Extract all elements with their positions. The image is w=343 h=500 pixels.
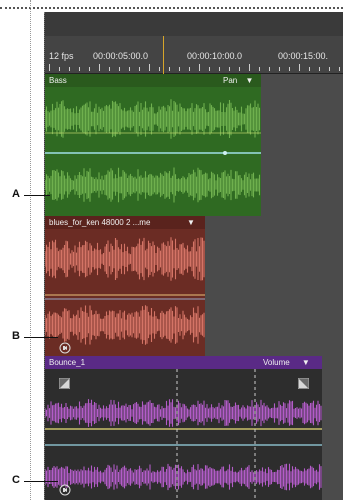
waveform-blues [45, 237, 205, 345]
empty-track-area [205, 216, 343, 356]
left-guide [30, 0, 32, 500]
audio-mute-icon[interactable] [59, 342, 71, 354]
ruler-tick [299, 64, 300, 71]
waveform-channel [45, 399, 322, 427]
ruler-tick [149, 64, 150, 71]
ruler-tick [289, 67, 290, 71]
ruler-tick [329, 67, 330, 71]
ruler-time-1: 00:00:05:00.0 [93, 51, 149, 61]
chevron-down-icon: ▼ [301, 358, 310, 367]
ruler-tick [309, 67, 310, 71]
track-bounce[interactable]: Bounce_1 Volume ▼ [45, 356, 343, 500]
waveform-channel [45, 237, 205, 281]
ruler-tick [159, 67, 160, 71]
empty-track-area [322, 356, 343, 500]
top-border [0, 0, 343, 9]
chevron-down-icon: ▼ [187, 218, 195, 227]
ruler-tick [239, 67, 240, 71]
track-blues[interactable]: blues_for_ken 48000 2 ...me ▼ [45, 216, 343, 356]
ruler-tick [59, 67, 60, 71]
ruler-tick [69, 67, 70, 71]
ruler-tick [319, 67, 320, 71]
callout-a: A [12, 188, 20, 200]
ruler-tick [339, 67, 340, 71]
ruler-tick [269, 67, 270, 71]
ruler-tick [199, 64, 200, 71]
ruler-tick [209, 67, 210, 71]
ruler-tick [109, 67, 110, 71]
ruler-time-3: 00:00:15:00. [278, 51, 329, 61]
volume-label: Volume [263, 358, 290, 367]
ruler-tick [169, 67, 170, 71]
callout-a-line [24, 195, 50, 196]
ruler-tick [189, 67, 190, 71]
track-name: blues_for_ken 48000 2 ...me [49, 218, 151, 227]
keyframe-left-icon[interactable] [59, 378, 70, 389]
pan-label: Pan [223, 76, 238, 85]
ruler-tick [119, 67, 120, 71]
pan-menu[interactable]: Pan ▼ [223, 74, 253, 87]
track-name: Bass [49, 76, 67, 85]
fps-label: 12 fps [49, 51, 74, 61]
waveform-bass [45, 99, 261, 203]
waveform-channel [45, 305, 205, 345]
track-bass[interactable]: Bass Pan ▼ [45, 74, 343, 216]
clip-bass[interactable] [45, 87, 261, 216]
ruler-tick [259, 67, 260, 71]
empty-track-area [261, 74, 343, 216]
ruler-tick [229, 67, 230, 71]
callout-b: B [12, 330, 20, 342]
ruler-tick [49, 64, 50, 71]
ruler-tick [279, 67, 280, 71]
waveform-bounce [45, 369, 322, 500]
ruler-tick [179, 67, 180, 71]
audio-mute-icon[interactable] [59, 484, 71, 496]
time-ruler[interactable]: 12 fps 00:00:05:00.0 00:00:10:00.0 00:00… [45, 36, 343, 74]
clip-blues[interactable] [45, 229, 205, 356]
callout-c: C [12, 474, 20, 486]
ruler-tick [219, 67, 220, 71]
waveform-channel [45, 463, 322, 491]
keyframe-right-icon[interactable] [298, 378, 309, 389]
track-menu[interactable]: ▼ [187, 216, 195, 229]
track-name: Bounce_1 [49, 358, 86, 367]
ruler-tick [249, 64, 250, 71]
playhead-marker[interactable] [163, 36, 164, 74]
ruler-tick [99, 64, 100, 71]
ruler-time-2: 00:00:10:00.0 [187, 51, 243, 61]
ruler-tick [79, 67, 80, 71]
volume-menu[interactable]: Volume ▼ [263, 356, 310, 369]
keyframe-point[interactable] [223, 151, 227, 155]
ruler-tick [129, 67, 130, 71]
track-header-blues[interactable]: blues_for_ken 48000 2 ...me [45, 216, 205, 229]
clip-bounce[interactable] [45, 369, 322, 500]
callout-c-line [24, 481, 58, 482]
ruler-tick [139, 67, 140, 71]
waveform-channel [45, 167, 261, 203]
ruler-tick [89, 67, 90, 71]
callout-b-line [24, 337, 58, 338]
timeline-editor: 12 fps 00:00:05:00.0 00:00:10:00.0 00:00… [44, 12, 343, 500]
chevron-down-icon: ▼ [245, 76, 254, 85]
